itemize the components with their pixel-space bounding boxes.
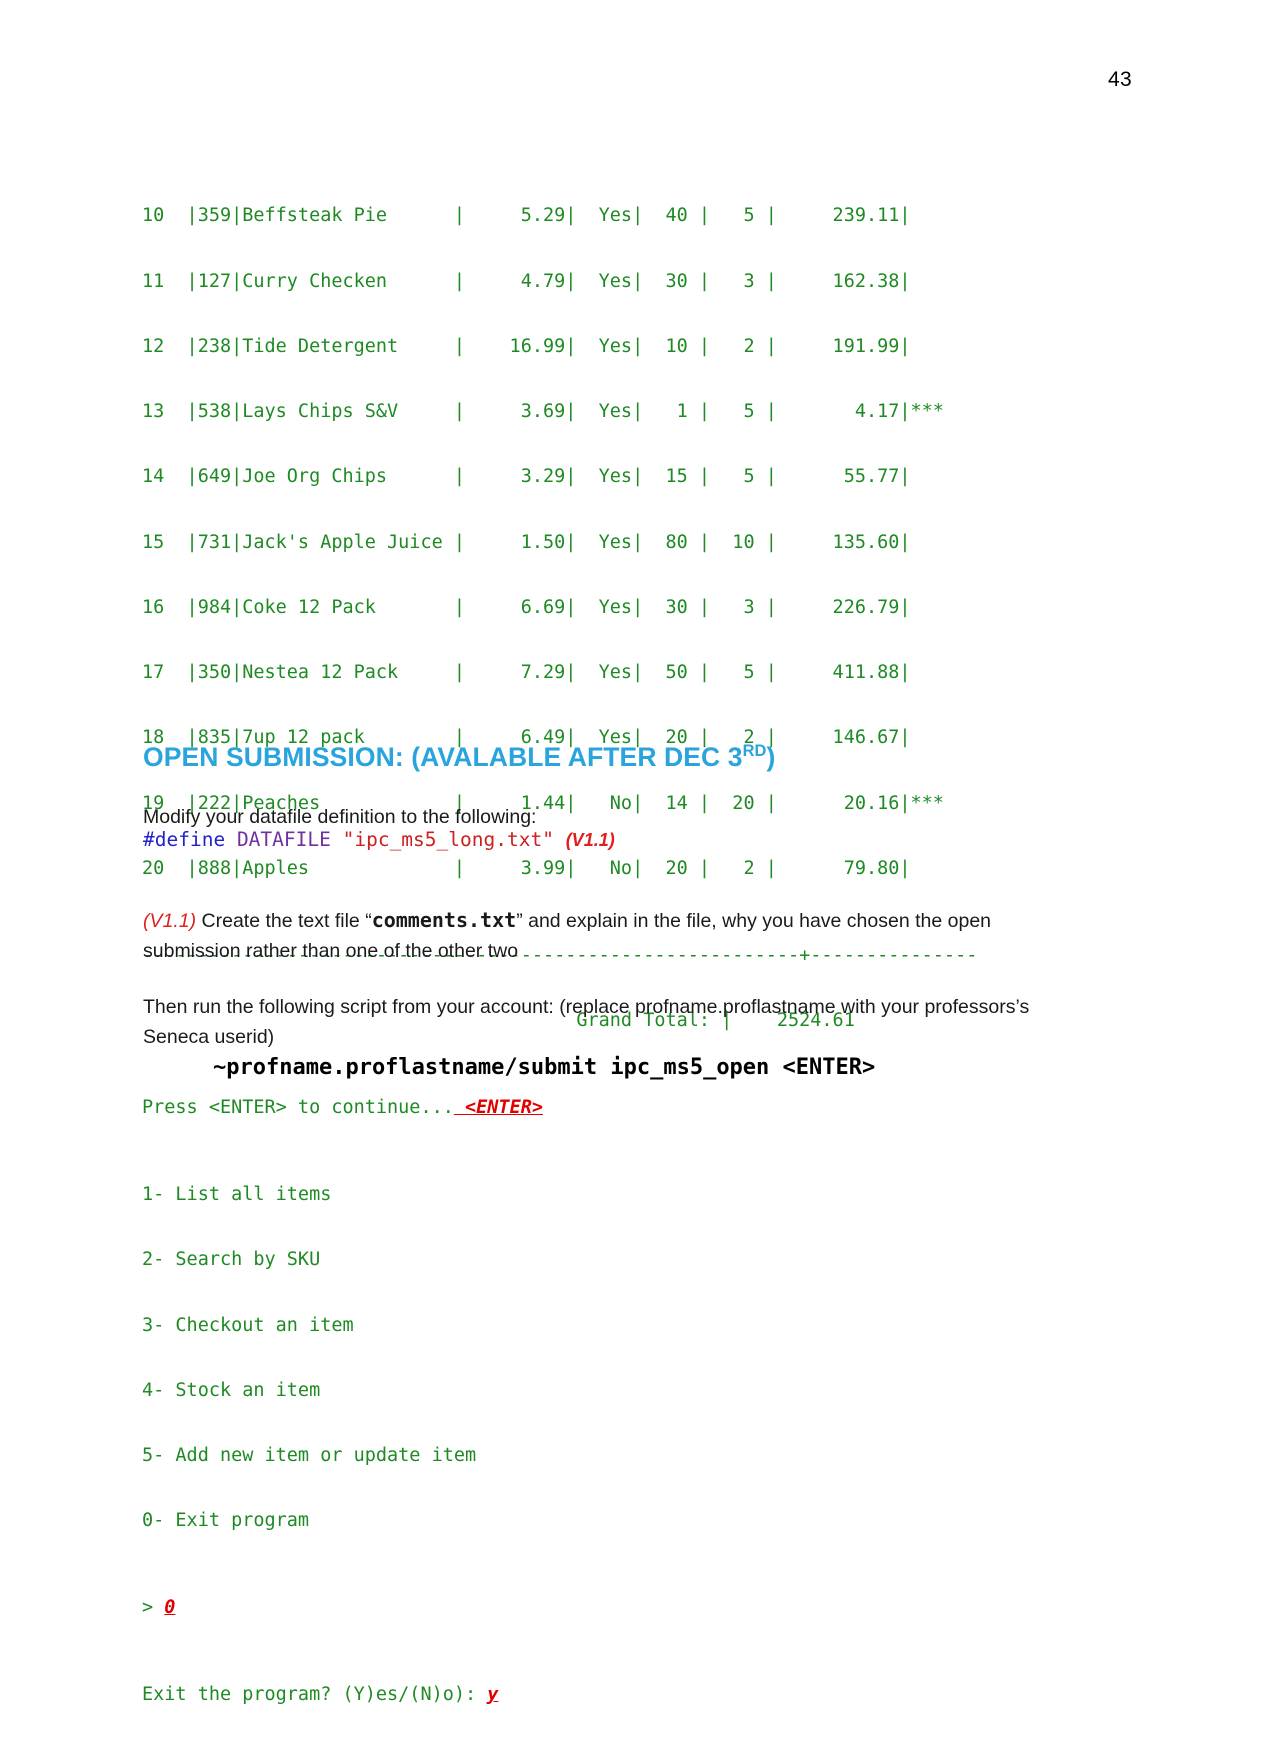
table-row: 11 |127|Curry Checken | 4.79| Yes| 30 | … — [142, 270, 911, 292]
table-row: 17 |350|Nestea 12 Pack | 7.29| Yes| 50 |… — [142, 662, 911, 683]
menu-item-1: 1- List all items — [142, 1184, 332, 1205]
table-row: 14 |649|Joe Org Chips | 3.29| Yes| 15 | … — [142, 466, 911, 488]
token-directive: #define — [143, 828, 226, 851]
paragraph-create-comments: (V1.1) Create the text file “comments.tx… — [143, 905, 1048, 966]
section-heading-ordinal: RD — [742, 742, 767, 761]
menu-prompt-line: > 0 — [142, 1597, 977, 1619]
code-define-line: #define DATAFILE "ipc_ms5_long.txt" (V1.… — [143, 828, 615, 851]
token-macro-name: DATAFILE — [236, 828, 331, 851]
press-enter-annotation: <ENTER> — [453, 1097, 543, 1118]
section-heading-text: OPEN SUBMISSION: (AVALABLE AFTER DEC 3 — [143, 741, 743, 772]
press-enter-label: Press <ENTER> to continue... — [142, 1097, 454, 1118]
token-string-literal: "ipc_ms5_long.txt" — [342, 828, 554, 851]
version-tag: (V1.1) — [143, 909, 197, 932]
page-title: OPEN SUBMISSION: (AVALABLE AFTER DEC 3RD… — [143, 742, 775, 773]
table-row: 16 |984|Coke 12 Pack | 6.69| Yes| 30 | 3… — [142, 596, 911, 618]
menu-item-3: 3- Checkout an item — [142, 1314, 354, 1336]
version-tag: (V1.1) — [565, 830, 615, 850]
table-row: 20 |888|Apples | 3.99| No| 20 | 2 | 79.8… — [142, 857, 911, 879]
exit-prompt-line: Exit the program? (Y)es/(N)o): y — [142, 1684, 977, 1706]
paragraph-run-text: Then run the following script from your … — [143, 995, 1030, 1048]
section-heading-tail: ) — [766, 741, 776, 772]
paragraph-create-prefix: Create the text file “ — [196, 909, 372, 932]
exit-input-annotation: y — [487, 1684, 499, 1706]
menu-prompt-caret: > — [142, 1597, 165, 1619]
exit-prompt-label: Exit the program? (Y)es/(N)o): — [142, 1684, 488, 1706]
menu-item-4: 4- Stock an item — [142, 1379, 321, 1401]
table-row: 10 |359|Beffsteak Pie | 5.29| Yes| 40 | … — [142, 205, 911, 227]
menu-item-0: 0- Exit program — [142, 1510, 310, 1532]
filename-comments-txt: comments.txt — [371, 907, 517, 932]
menu-input-annotation: 0 — [164, 1597, 176, 1619]
page-number: 43 — [1108, 68, 1132, 91]
document-page: 43 10 |359|Beffsteak Pie | 5.29| Yes| 40… — [0, 0, 1275, 1705]
paragraph-run-script: Then run the following script from your … — [143, 992, 1043, 1052]
table-row: 12 |238|Tide Detergent | 16.99| Yes| 10 … — [142, 335, 911, 357]
table-row: 13 |538|Lays Chips S&V | 3.69| Yes| 1 | … — [142, 401, 944, 422]
menu-item-2: 2- Search by SKU — [142, 1249, 321, 1271]
table-row: 15 |731|Jack's Apple Juice | 1.50| Yes| … — [142, 531, 911, 553]
paragraph-modify-datafile: Modify your datafile definition to the f… — [143, 802, 1043, 832]
menu-item-5: 5- Add new item or update item — [142, 1445, 477, 1466]
paragraph-modify-text: Modify your datafile definition to the f… — [143, 805, 537, 828]
press-enter-line: Press <ENTER> to continue... <ENTER> — [142, 1097, 977, 1119]
submit-command-line: ~profname.proflastname/submit ipc_ms5_op… — [213, 1055, 876, 1080]
